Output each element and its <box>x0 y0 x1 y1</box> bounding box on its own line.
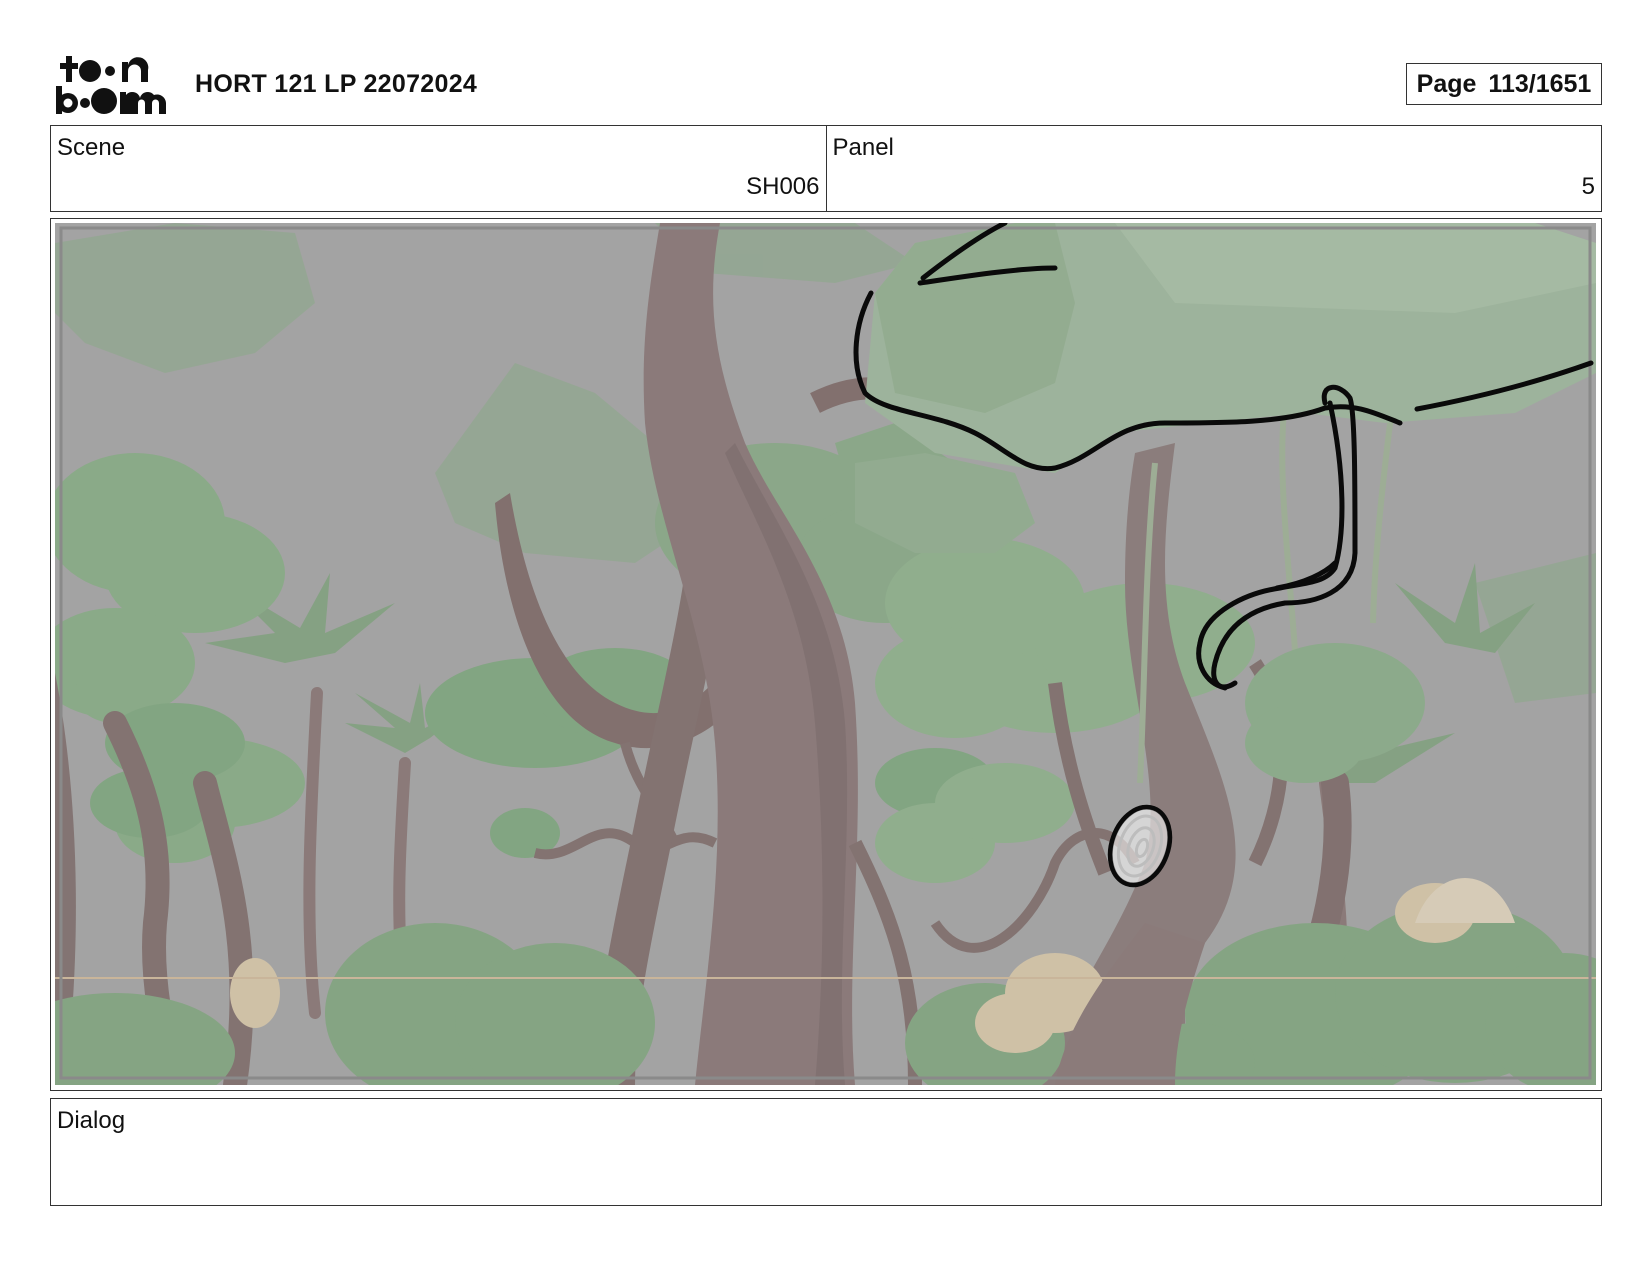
panel-value: 5 <box>1581 173 1595 200</box>
panel-label: Panel <box>832 134 894 161</box>
page-label: Page <box>1416 69 1477 98</box>
toon-boom-logo <box>56 56 166 114</box>
page-number: 113/1651 <box>1488 69 1592 98</box>
dialog-box: Dialog <box>50 1098 1602 1206</box>
page-indicator: Page 113/1651 <box>1406 63 1602 105</box>
info-row: Scene SH006 Panel 5 <box>50 125 1602 212</box>
panel-cell: Panel 5 <box>825 126 1602 211</box>
scene-cell: Scene SH006 <box>51 126 826 211</box>
scene-label: Scene <box>57 134 126 161</box>
document-title: HORT 121 LP 22072024 <box>195 70 478 98</box>
storyboard-panel-image <box>55 223 1596 1085</box>
panel-frame <box>50 218 1602 1091</box>
scene-value: SH006 <box>746 173 820 200</box>
dialog-label: Dialog <box>57 1107 126 1134</box>
